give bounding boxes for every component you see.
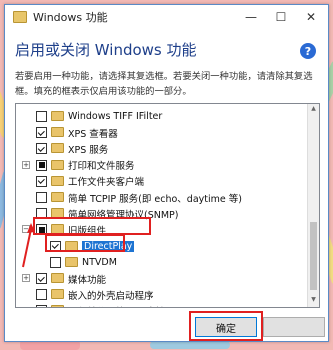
minimize-button[interactable]: — bbox=[236, 5, 266, 29]
folder-icon bbox=[51, 289, 64, 300]
feature-row[interactable]: DirectPlay bbox=[16, 238, 306, 255]
feature-label: 远程差分压缩 API 支持 bbox=[68, 304, 165, 308]
feature-checkbox[interactable] bbox=[36, 127, 47, 139]
feature-row[interactable]: Windows TIFF IFilter bbox=[16, 108, 306, 125]
folder-icon bbox=[51, 273, 64, 283]
feature-row[interactable]: NTVDM bbox=[16, 254, 306, 271]
feature-label: 简单网络管理协议(SNMP) bbox=[68, 209, 179, 221]
folder-icon bbox=[65, 240, 78, 251]
feature-label: 简单 TCPIP 服务(即 echo、daytime 等) bbox=[68, 193, 242, 205]
feature-checkbox[interactable] bbox=[36, 192, 47, 203]
feature-checkbox[interactable] bbox=[36, 305, 47, 307]
feature-label: 嵌入的外壳启动程序 bbox=[68, 290, 154, 302]
folder-icon bbox=[51, 224, 64, 235]
scroll-thumb[interactable] bbox=[310, 222, 317, 290]
cancel-button[interactable] bbox=[263, 317, 325, 337]
title-bar: Windows 功能 — ☐ ✕ bbox=[5, 5, 328, 29]
scroll-down-icon[interactable]: ▼ bbox=[308, 296, 319, 306]
feature-label: 打印和文件服务 bbox=[68, 161, 135, 173]
maximize-button[interactable]: ☐ bbox=[266, 5, 296, 29]
page-title: 启用或关闭 Windows 功能 bbox=[15, 41, 197, 59]
feature-checkbox[interactable] bbox=[36, 159, 47, 171]
feature-row[interactable]: + 打印和文件服务 bbox=[16, 157, 306, 174]
features-tree[interactable]: ▲ ▼ Windows TIFF IFilter XPS 查看器 XPS 服务 + 打印… bbox=[15, 103, 320, 308]
feature-label: NTVDM bbox=[82, 256, 117, 268]
ok-button[interactable]: 确定 bbox=[195, 317, 257, 337]
feature-label: XPS 服务 bbox=[68, 144, 109, 156]
scroll-up-icon[interactable]: ▲ bbox=[308, 105, 319, 115]
folder-icon bbox=[51, 127, 64, 138]
feature-row[interactable]: 简单 TCPIP 服务(即 echo、daytime 等) bbox=[16, 189, 306, 206]
feature-row[interactable]: 嵌入的外壳启动程序 bbox=[16, 286, 306, 303]
feature-row[interactable]: − 旧版组件 bbox=[16, 221, 306, 238]
windows-features-dialog: Windows 功能 — ☐ ✕ 启用或关闭 Windows 功能 ? 若要启用… bbox=[4, 4, 329, 342]
folder-icon bbox=[51, 305, 64, 307]
feature-checkbox[interactable] bbox=[36, 224, 47, 236]
window-title: Windows 功能 bbox=[33, 11, 108, 24]
folder-icon bbox=[51, 208, 64, 219]
help-icon[interactable]: ? bbox=[300, 43, 316, 59]
feature-label: 工作文件夹客户端 bbox=[68, 177, 145, 189]
folder-icon bbox=[65, 256, 78, 267]
expand-icon[interactable]: + bbox=[22, 160, 30, 169]
feature-row[interactable]: XPS 服务 bbox=[16, 140, 306, 157]
folder-icon bbox=[51, 111, 64, 121]
feature-checkbox[interactable] bbox=[36, 175, 47, 187]
expand-icon[interactable]: + bbox=[22, 274, 30, 282]
feature-row[interactable]: 工作文件夹客户端 bbox=[16, 173, 306, 190]
feature-checkbox[interactable] bbox=[36, 208, 47, 220]
folder-icon bbox=[13, 11, 27, 23]
feature-checkbox[interactable] bbox=[36, 289, 47, 301]
feature-checkbox[interactable] bbox=[50, 256, 61, 268]
folder-icon bbox=[51, 175, 64, 186]
collapse-icon[interactable]: − bbox=[22, 225, 30, 234]
feature-row[interactable]: 远程差分压缩 API 支持 bbox=[16, 302, 306, 308]
feature-row[interactable]: + 媒体功能 bbox=[16, 270, 306, 287]
feature-label: XPS 查看器 bbox=[68, 128, 118, 140]
feature-label: DirectPlay bbox=[82, 240, 135, 252]
feature-checkbox[interactable] bbox=[50, 240, 61, 252]
feature-label: 旧版组件 bbox=[68, 225, 107, 237]
folder-icon bbox=[51, 143, 64, 154]
folder-icon bbox=[51, 192, 64, 202]
close-button[interactable]: ✕ bbox=[296, 5, 326, 29]
feature-checkbox[interactable] bbox=[36, 273, 47, 284]
feature-row[interactable]: XPS 查看器 bbox=[16, 124, 306, 141]
scrollbar[interactable]: ▲ ▼ bbox=[307, 104, 319, 307]
folder-icon bbox=[51, 159, 64, 170]
feature-label: 媒体功能 bbox=[68, 274, 107, 286]
description-text: 若要启用一种功能，请选择其复选框。若要关闭一种功能，请清除其复选框。填充的框表示… bbox=[15, 71, 313, 97]
feature-checkbox[interactable] bbox=[36, 111, 47, 122]
feature-row[interactable]: 简单网络管理协议(SNMP) bbox=[16, 205, 306, 222]
feature-label: Windows TIFF IFilter bbox=[68, 111, 163, 122]
feature-checkbox[interactable] bbox=[36, 143, 47, 155]
